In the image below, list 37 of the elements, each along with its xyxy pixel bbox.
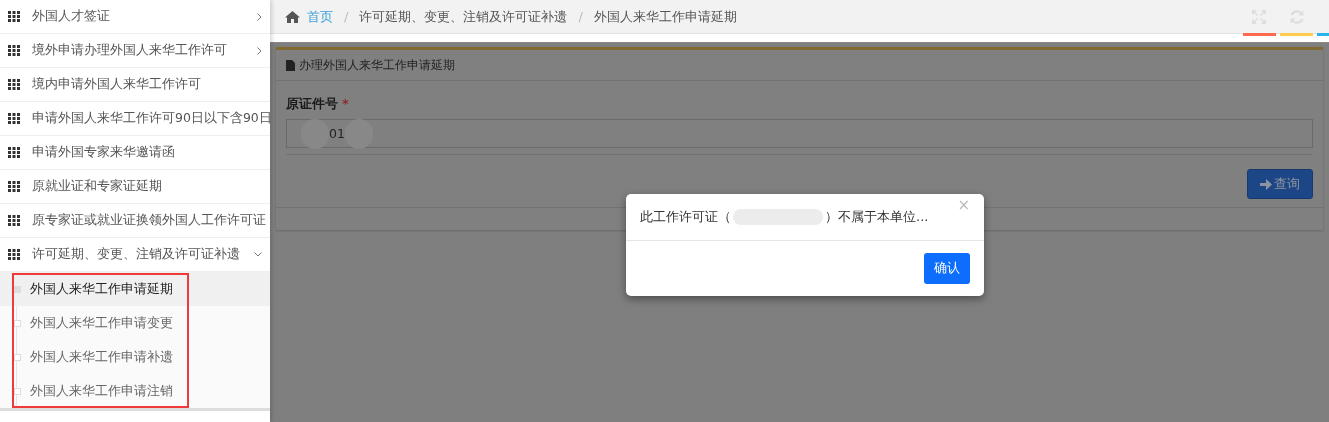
sidebar-item[interactable]: 申请外国专家来华邀请函 [0, 136, 270, 170]
submenu-item[interactable]: 外国人来华工作申请注销 [0, 374, 270, 408]
required-mark: * [342, 96, 349, 111]
redaction-blur [344, 118, 373, 149]
breadcrumb-item: 许可延期、变更、注销及许可证补遗 [359, 7, 568, 26]
grid-icon [8, 113, 20, 124]
breadcrumb-item: 外国人来华工作申请延期 [593, 7, 737, 26]
grid-icon [8, 147, 20, 158]
dialog-message: 此工作许可证（ [640, 208, 731, 226]
panel-title: 办理外国人来华工作申请延期 [299, 56, 455, 74]
field-value: 01 [329, 126, 345, 141]
grid-icon [8, 181, 20, 192]
field-label: 原证件号 [286, 95, 338, 113]
grid-icon [8, 11, 20, 22]
submenu-item[interactable]: 外国人来华工作申请延期 [0, 272, 270, 306]
document-icon [286, 59, 295, 71]
redaction-blur [301, 118, 329, 149]
home-icon [285, 10, 300, 23]
dialog-message: ）不属于本单位... [825, 208, 929, 226]
sidebar-item[interactable]: 申请外国人来华工作许可90日以下含90日 [0, 102, 270, 136]
grid-icon [8, 249, 20, 260]
breadcrumb-separator: / [344, 9, 349, 24]
confirm-button[interactable]: 确认 [924, 253, 970, 284]
sidebar-item[interactable]: 原就业证和专家证延期 [0, 170, 270, 204]
input-field[interactable]: 01 [286, 119, 1313, 148]
grid-icon [8, 79, 20, 90]
sidebar-item[interactable]: 许可延期、变更、注销及许可证补遗 [0, 238, 270, 272]
breadcrumb-separator: / [578, 9, 583, 24]
submenu-item[interactable]: 外国人来华工作申请补遗 [0, 340, 270, 374]
sidebar-item[interactable]: 原专家证或就业证换领外国人工作许可证 [0, 204, 270, 238]
grid-icon [8, 45, 20, 56]
sidebar-item[interactable]: 境内申请外国人来华工作许可 [0, 68, 270, 102]
sidebar-item[interactable]: 外国人才签证 [0, 0, 270, 34]
submenu-item[interactable]: 外国人来华工作申请变更 [0, 306, 270, 340]
grid-icon [8, 215, 20, 226]
sidebar-item[interactable]: 境外申请办理外国人来华工作许可 [0, 34, 270, 68]
arrow-right-icon [1260, 178, 1272, 190]
